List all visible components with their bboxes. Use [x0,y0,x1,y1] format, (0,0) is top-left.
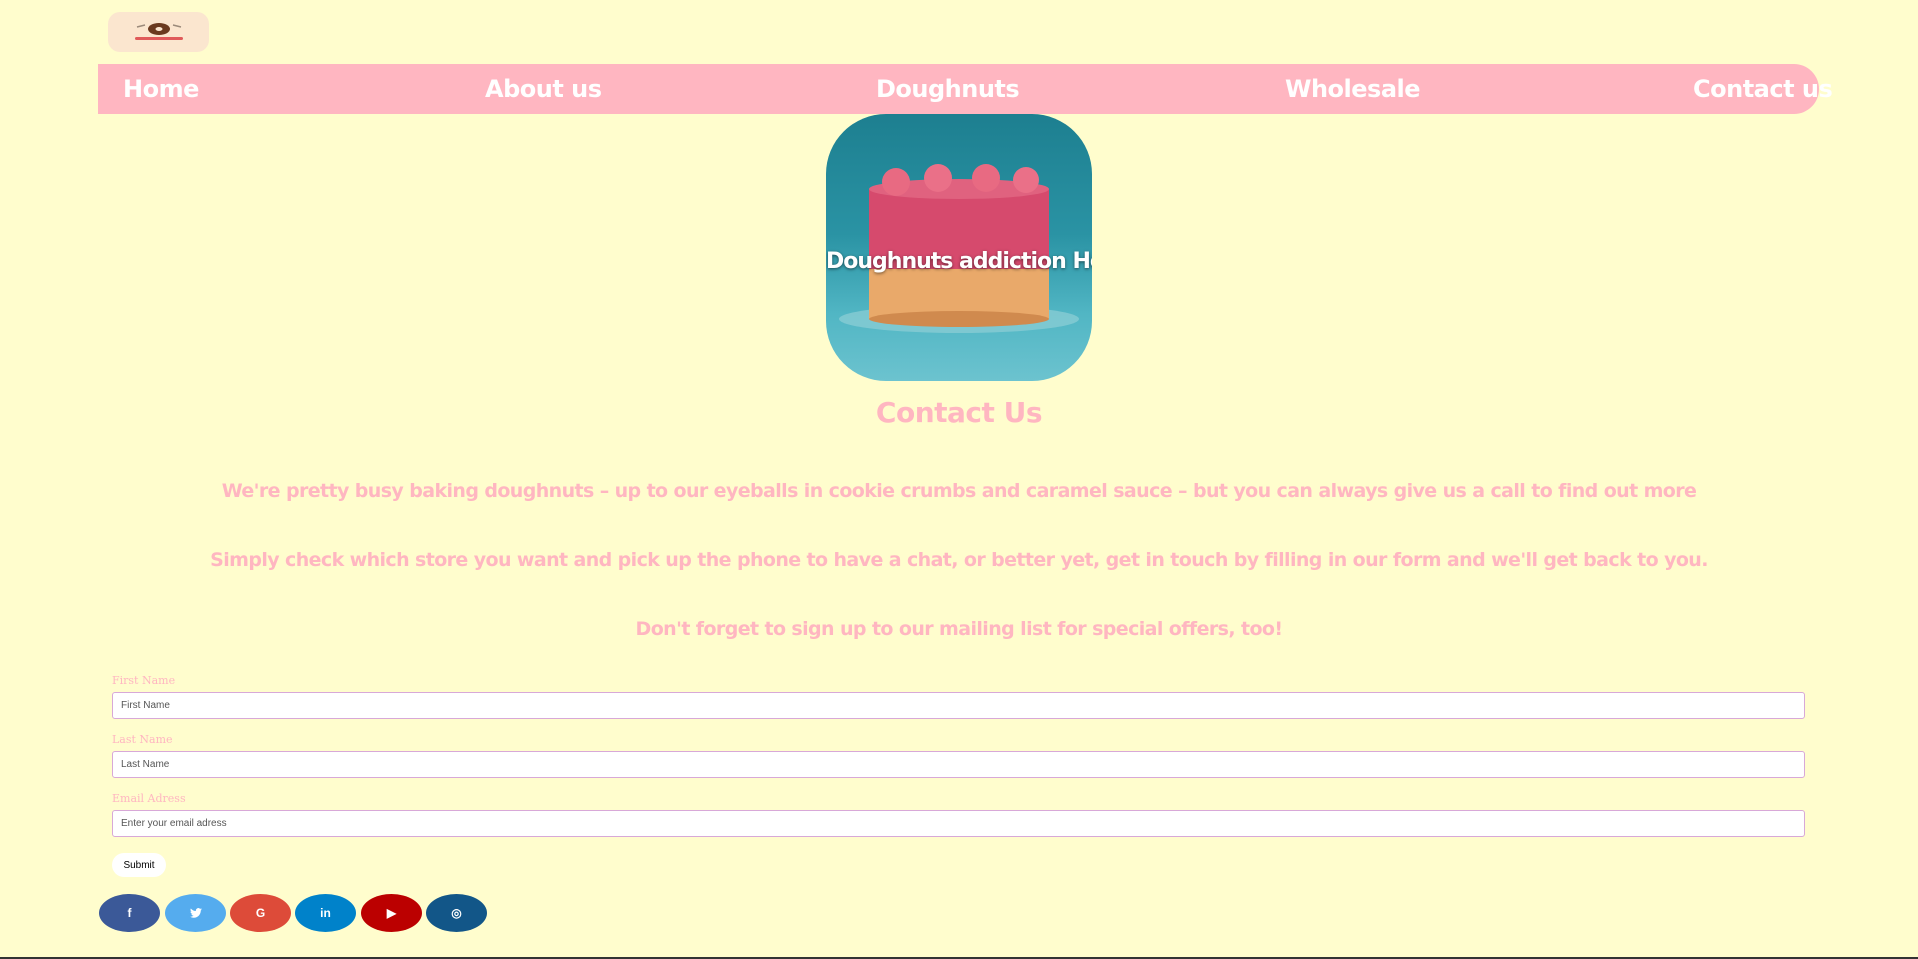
google-icon[interactable]: G [230,894,291,932]
linkedin-icon[interactable]: in [295,894,356,932]
email-label: Email Adress [112,792,186,805]
submit-button[interactable]: Submit [112,853,166,877]
instagram-icon[interactable]: ◎ [426,894,487,932]
nav-home[interactable]: Home [123,64,199,114]
last-name-field[interactable] [112,751,1805,778]
youtube-icon[interactable]: ▶ [361,894,422,932]
page-title: Contact Us [875,396,1043,429]
nav-wholesale[interactable]: Wholesale [1285,64,1421,114]
donut-logo-icon [134,23,183,40]
nav-about-us[interactable]: About us [485,64,602,114]
intro-paragraph-1: We're pretty busy baking doughnuts – up … [221,480,1697,502]
twitter-bird-icon [189,908,202,918]
last-name-label: Last Name [112,733,173,746]
cake-image [839,164,1079,333]
email-field[interactable] [112,810,1805,837]
first-name-label: First Name [112,674,176,687]
nav-doughnuts[interactable]: Doughnuts [876,64,1020,114]
first-name-field[interactable] [112,692,1805,719]
hero-image: Doughnuts addiction Hotline [826,114,1092,381]
hero-title: Doughnuts addiction Hotline [826,249,1092,274]
site-logo[interactable] [108,12,209,52]
main-navbar: Home About us Doughnuts Wholesale Contac… [98,64,1833,114]
facebook-icon[interactable]: f [99,894,160,932]
intro-paragraph-3: Don't forget to sign up to our mailing l… [635,618,1284,640]
intro-paragraph-2: Simply check which store you want and pi… [210,549,1708,571]
twitter-icon[interactable] [165,894,226,932]
nav-contact-us[interactable]: Contact us [1693,64,1833,114]
